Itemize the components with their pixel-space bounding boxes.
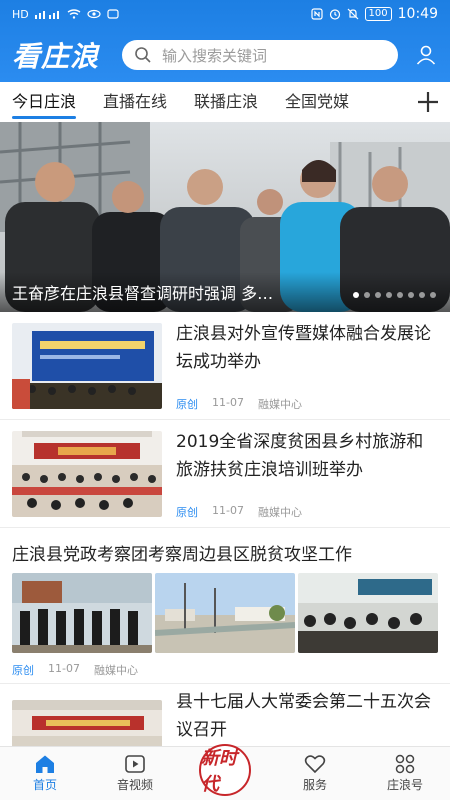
search-input[interactable]: 输入搜索关键词	[122, 40, 398, 70]
carousel-dot[interactable]	[408, 292, 414, 298]
carousel-dot[interactable]	[430, 292, 436, 298]
add-channel-icon[interactable]	[414, 88, 442, 116]
carousel-indicator	[353, 292, 436, 298]
news-title: 庄浪县党政考察团考察周边县区脱贫攻坚工作	[12, 545, 352, 565]
hero-title: 王奋彦在庄浪县督查调研时强调 多…	[12, 284, 274, 303]
news-thumbnail	[12, 431, 162, 517]
news-date: 11-07	[212, 396, 244, 409]
nav-video[interactable]: 音视频	[90, 747, 180, 800]
nav-video-label: 音视频	[116, 778, 153, 792]
battery-indicator: 100	[364, 7, 392, 21]
tab-live[interactable]: 直播在线	[103, 82, 167, 122]
status-right: 100 10:49	[310, 6, 438, 22]
channel-tabs: 今日庄浪 直播在线 联播庄浪 全国党媒	[0, 82, 450, 122]
original-tag: 原创	[176, 506, 198, 519]
training-photo	[12, 431, 162, 517]
hero-banner[interactable]: 王奋彦在庄浪县督查调研时强调 多…	[0, 122, 450, 312]
tab-today[interactable]: 今日庄浪	[12, 82, 77, 122]
news-date: 11-07	[48, 662, 80, 675]
user-icon	[416, 45, 436, 65]
heart-icon	[304, 755, 326, 774]
news-date: 11-07	[212, 504, 244, 517]
news-title: 2019全省深度贫困县乡村旅游和旅游扶贫庄浪培训班举办	[176, 432, 424, 480]
news-item[interactable]: 县十七届人大常委会第二十五次会议召开	[0, 684, 450, 746]
user-profile-button[interactable]	[412, 41, 440, 69]
search-placeholder: 输入搜索关键词	[162, 46, 268, 65]
search-icon	[135, 47, 151, 63]
app-notification-icon	[107, 9, 119, 19]
news-thumbnail	[12, 573, 152, 653]
nav-zhuanglang-hao[interactable]: 庄浪号	[360, 747, 450, 800]
carousel-dot[interactable]	[375, 292, 381, 298]
app-bar: 看庄浪 输入搜索关键词	[0, 28, 450, 82]
original-tag: 原创	[12, 664, 34, 677]
status-time: 10:49	[397, 6, 438, 22]
bottom-nav: 首页 音视频 新时代 服务 庄浪号	[0, 743, 450, 800]
news-meta: 原创 11-07 融媒中心	[176, 504, 302, 520]
mute-icon	[347, 8, 358, 20]
news-title: 庄浪县对外宣传暨媒体融合发展论坛成功举办	[176, 324, 431, 372]
news-item[interactable]: 2019全省深度贫困县乡村旅游和旅游扶贫庄浪培训班举办 原创 11-07 融媒中…	[0, 420, 450, 528]
news-list: 庄浪县对外宣传暨媒体融合发展论坛成功举办 原创 11-07 融媒中心 2019全…	[0, 312, 450, 746]
app-logo[interactable]: 看庄浪	[12, 35, 112, 75]
forum-photo	[12, 323, 162, 409]
carousel-dot[interactable]	[386, 292, 392, 298]
hd-indicator: HD	[12, 7, 29, 21]
meeting-photo	[298, 573, 438, 653]
news-meta: 原创 11-07 融媒中心	[12, 662, 138, 678]
news-source: 融媒中心	[257, 506, 302, 519]
village-photo	[155, 573, 295, 653]
home-icon	[36, 755, 54, 773]
nav-home-label: 首页	[32, 778, 57, 792]
carousel-dot[interactable]	[364, 292, 370, 298]
alarm-icon	[329, 9, 340, 20]
inspection-photo	[12, 573, 152, 653]
news-item[interactable]: 庄浪县对外宣传暨媒体融合发展论坛成功举办 原创 11-07 融媒中心	[0, 312, 450, 420]
tab-national-media[interactable]: 全国党媒	[285, 82, 349, 122]
news-title: 县十七届人大常委会第二十五次会议召开	[176, 692, 431, 740]
carousel-dot[interactable]	[419, 292, 425, 298]
grid-icon	[395, 754, 415, 774]
news-item[interactable]: 庄浪县党政考察团考察周边县区脱贫攻坚工作 原创 11-07 融媒中心	[0, 528, 450, 684]
news-thumbnail	[12, 700, 162, 746]
nav-home[interactable]: 首页	[0, 747, 90, 800]
nav-new-era[interactable]: 新时代	[180, 743, 270, 800]
news-thumbnail	[12, 323, 162, 409]
news-thumbnail	[155, 573, 295, 653]
status-bar: HD 100 10:49	[0, 0, 450, 28]
tab-broadcast[interactable]: 联播庄浪	[194, 82, 258, 122]
nav-service[interactable]: 服务	[270, 747, 360, 800]
video-icon	[125, 755, 145, 773]
wifi-icon	[67, 9, 81, 19]
congress-photo	[12, 700, 162, 746]
signal-icon	[34, 11, 59, 19]
news-source: 融媒中心	[93, 664, 138, 677]
carousel-dot[interactable]	[353, 292, 359, 298]
news-thumbnail	[298, 573, 438, 653]
nav-service-label: 服务	[302, 778, 327, 792]
news-source: 融媒中心	[257, 398, 302, 411]
nfc-icon	[310, 8, 323, 20]
carousel-dot[interactable]	[397, 292, 403, 298]
seal-logo: 新时代	[199, 743, 251, 796]
news-meta: 原创 11-07 融媒中心	[176, 396, 302, 412]
top-header: HD 100 10:49 看庄浪 输入搜索关键词	[0, 0, 450, 82]
original-tag: 原创	[176, 398, 198, 411]
eye-icon	[87, 9, 101, 19]
nav-zhuanglang-hao-label: 庄浪号	[386, 778, 423, 792]
status-left: HD	[12, 8, 119, 21]
